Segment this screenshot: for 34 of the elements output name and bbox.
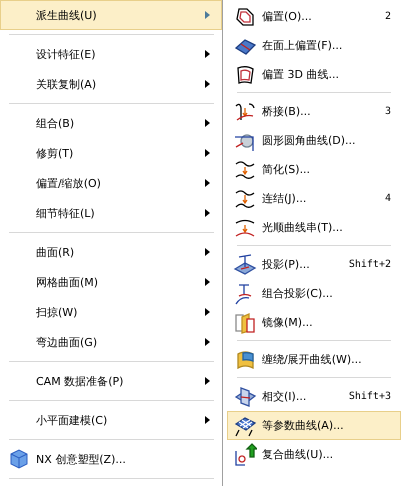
menu-item[interactable]: 光顺曲线串(T)... <box>227 213 401 242</box>
menu-item[interactable]: 偏置 3D 曲线... <box>227 60 401 89</box>
menu-item[interactable]: 弯边曲面(G) <box>0 327 222 357</box>
composite-curve-icon <box>233 442 257 466</box>
mirror-icon <box>233 310 257 334</box>
menu-item[interactable]: 网格曲面(M) <box>0 267 222 297</box>
menu-item[interactable]: 圆形圆角曲线(D)... <box>227 126 401 155</box>
menu-item[interactable]: 曲面(R) <box>0 237 222 267</box>
menu-item[interactable]: 投影(P)... Shift+2 <box>227 250 401 279</box>
intersect-icon <box>233 384 257 408</box>
menu-item[interactable]: 组合投影(C)... <box>227 279 401 308</box>
menu-item[interactable]: 设计特征(E) <box>0 39 222 69</box>
menu-item[interactable]: 扫掠(W) <box>0 297 222 327</box>
menu-item[interactable]: 偏置/缩放(O) <box>0 168 222 198</box>
menu-item[interactable]: 简化(S)... <box>227 155 401 184</box>
menu-item[interactable]: 连结(J)... 4 <box>227 184 401 213</box>
menu-item[interactable]: 关联复制(A) <box>0 69 222 99</box>
menu-item[interactable]: 缠绕/展开曲线(W)... <box>227 345 401 374</box>
menu-item[interactable]: 镜像(M)... <box>227 308 401 337</box>
menu-item[interactable]: 在面上偏置(F)... <box>227 31 401 60</box>
menu-item[interactable]: CAM 数据准备(P) <box>0 366 222 396</box>
menu-item[interactable]: 细节特征(L) <box>0 198 222 228</box>
projection-icon <box>233 252 257 276</box>
menu-item[interactable]: 修剪(T) <box>0 138 222 168</box>
menu-item[interactable]: 相交(I)... Shift+3 <box>227 382 401 411</box>
cube-icon <box>8 449 30 469</box>
menu-item[interactable]: 组合(B) <box>0 108 222 138</box>
menu-item[interactable]: 小平面建模(C) <box>0 405 222 435</box>
menu-item[interactable]: 派生曲线(U) <box>0 0 222 30</box>
menu-item[interactable]: 复合曲线(U)... <box>227 440 401 469</box>
menu-item[interactable]: 偏置(O)... 2 <box>227 2 401 31</box>
menu-item[interactable]: 桥接(B)... 3 <box>227 97 401 126</box>
menu-item[interactable]: 等参数曲线(A)... <box>227 411 401 440</box>
menu-item[interactable]: NX 创意塑型(Z)... <box>0 444 222 474</box>
